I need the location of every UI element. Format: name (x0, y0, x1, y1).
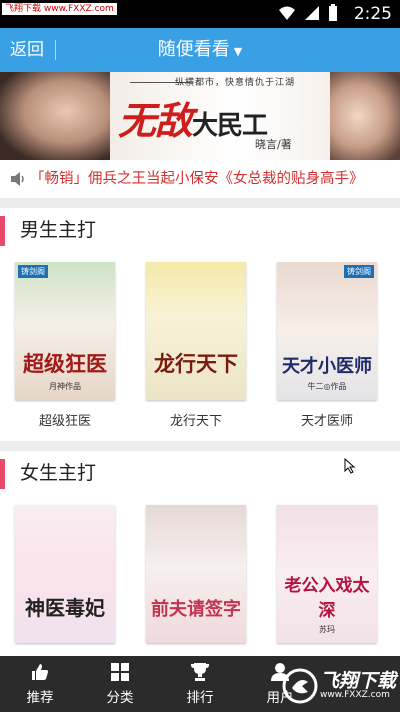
cover-title: 神医毒妃 (25, 596, 105, 620)
section-title: 男生主打 (20, 219, 97, 241)
signal-icon (305, 6, 319, 20)
book-title: 超级狂医 (38, 414, 91, 429)
book-cover: 老公入戏太深 苏玛 (277, 505, 377, 643)
grid-icon (111, 663, 129, 681)
cover-tag: 铸剑阁 (18, 265, 48, 278)
section-separator (0, 441, 400, 451)
book-cover: 神医毒妃 (15, 505, 115, 643)
page-title: 随便看看 (157, 39, 230, 60)
notice-bar[interactable]: 「畅销」佣兵之王当起小保安《女总裁的贴身高手》 (0, 160, 400, 198)
book-title: 龙行天下 (169, 414, 222, 429)
speaker-icon (11, 172, 24, 186)
section-header-male: 男生主打 (0, 208, 400, 252)
watermark-label: 飞翔下载 www.FXXZ.com (2, 3, 117, 15)
banner-slogan: 纵横都市，快意情仇于江湖 (175, 78, 296, 88)
nav-label: 推荐 (26, 690, 54, 706)
promo-banner[interactable]: 纵横都市，快意情仇于江湖 无敌大民工 晓言/著 (0, 72, 400, 160)
book-card[interactable]: 神医毒妃 (15, 505, 115, 643)
section-header-female: 女生主打 (0, 451, 400, 495)
section-title: 女生主打 (20, 462, 97, 484)
watermark-text: 飞翔下载 (320, 670, 397, 692)
battery-icon (329, 4, 337, 21)
section-accent-bar (0, 459, 5, 489)
cover-title: 龙行天下 (154, 351, 238, 376)
watermark-logo-icon (282, 668, 318, 704)
cover-tag: 铸剑阁 (344, 265, 374, 278)
banner-title-red: 无敌 (118, 98, 193, 143)
cover-title: 老公入戏太深 (284, 576, 370, 621)
cover-title: 超级狂医 (23, 351, 107, 376)
notice-text: 「畅销」佣兵之王当起小保安《女总裁的贴身高手》 (30, 171, 364, 187)
book-card[interactable]: 铸剑阁 超级狂医 月神作品 超级狂医 (15, 262, 115, 429)
banner-hero-image (0, 72, 110, 160)
book-cover: 铸剑阁 超级狂医 月神作品 (15, 262, 115, 400)
nav-label: 分类 (106, 690, 134, 706)
book-card[interactable]: 前夫请签字 (146, 505, 246, 643)
section-separator (0, 198, 400, 208)
nav-label: 排行 (186, 690, 214, 706)
nav-item-recommend[interactable]: 推荐 (5, 656, 75, 712)
trophy-icon (191, 663, 209, 681)
page-title-dropdown[interactable]: 随便看看 ▼ (0, 28, 400, 72)
thumbs-up-icon (32, 664, 48, 680)
book-card[interactable]: 龙行天下 龙行天下 (146, 262, 246, 429)
banner-title: 无敌大民工 (118, 90, 268, 145)
book-cover: 前夫请签字 (146, 505, 246, 643)
status-icons (278, 4, 338, 22)
mouse-cursor-icon (344, 458, 356, 474)
cover-title: 天才小医师 (282, 356, 372, 377)
book-card[interactable]: 老公入戏太深 苏玛 (277, 505, 377, 643)
book-cover: 铸剑阁 天才小医师 牛二◎作品 (277, 262, 377, 400)
chevron-down-icon: ▼ (233, 45, 243, 58)
corner-watermark: 飞翔下载 www.FXXZ.com (280, 664, 398, 708)
cover-author: 苏玛 (319, 625, 335, 634)
clock: 2:25 (353, 4, 392, 24)
book-cover: 龙行天下 (146, 262, 246, 400)
book-title: 天才医师 (300, 414, 353, 429)
section-accent-bar (0, 216, 5, 246)
watermark-url: www.FXXZ.com (320, 690, 390, 700)
nav-item-ranking[interactable]: 排行 (165, 656, 235, 712)
nav-item-category[interactable]: 分类 (85, 656, 155, 712)
banner-author: 晓言/著 (255, 138, 292, 151)
wifi-icon (279, 6, 295, 20)
book-card[interactable]: 铸剑阁 天才小医师 牛二◎作品 天才医师 (277, 262, 377, 429)
cover-author: 牛二◎作品 (307, 382, 347, 391)
status-bar: 飞翔下载 www.FXXZ.com 2:25 (0, 0, 400, 28)
title-bar: 返回 随便看看 ▼ (0, 28, 400, 72)
cover-author: 月神作品 (49, 382, 81, 391)
banner-side-image (330, 72, 400, 160)
cover-title: 前夫请签字 (151, 599, 241, 620)
